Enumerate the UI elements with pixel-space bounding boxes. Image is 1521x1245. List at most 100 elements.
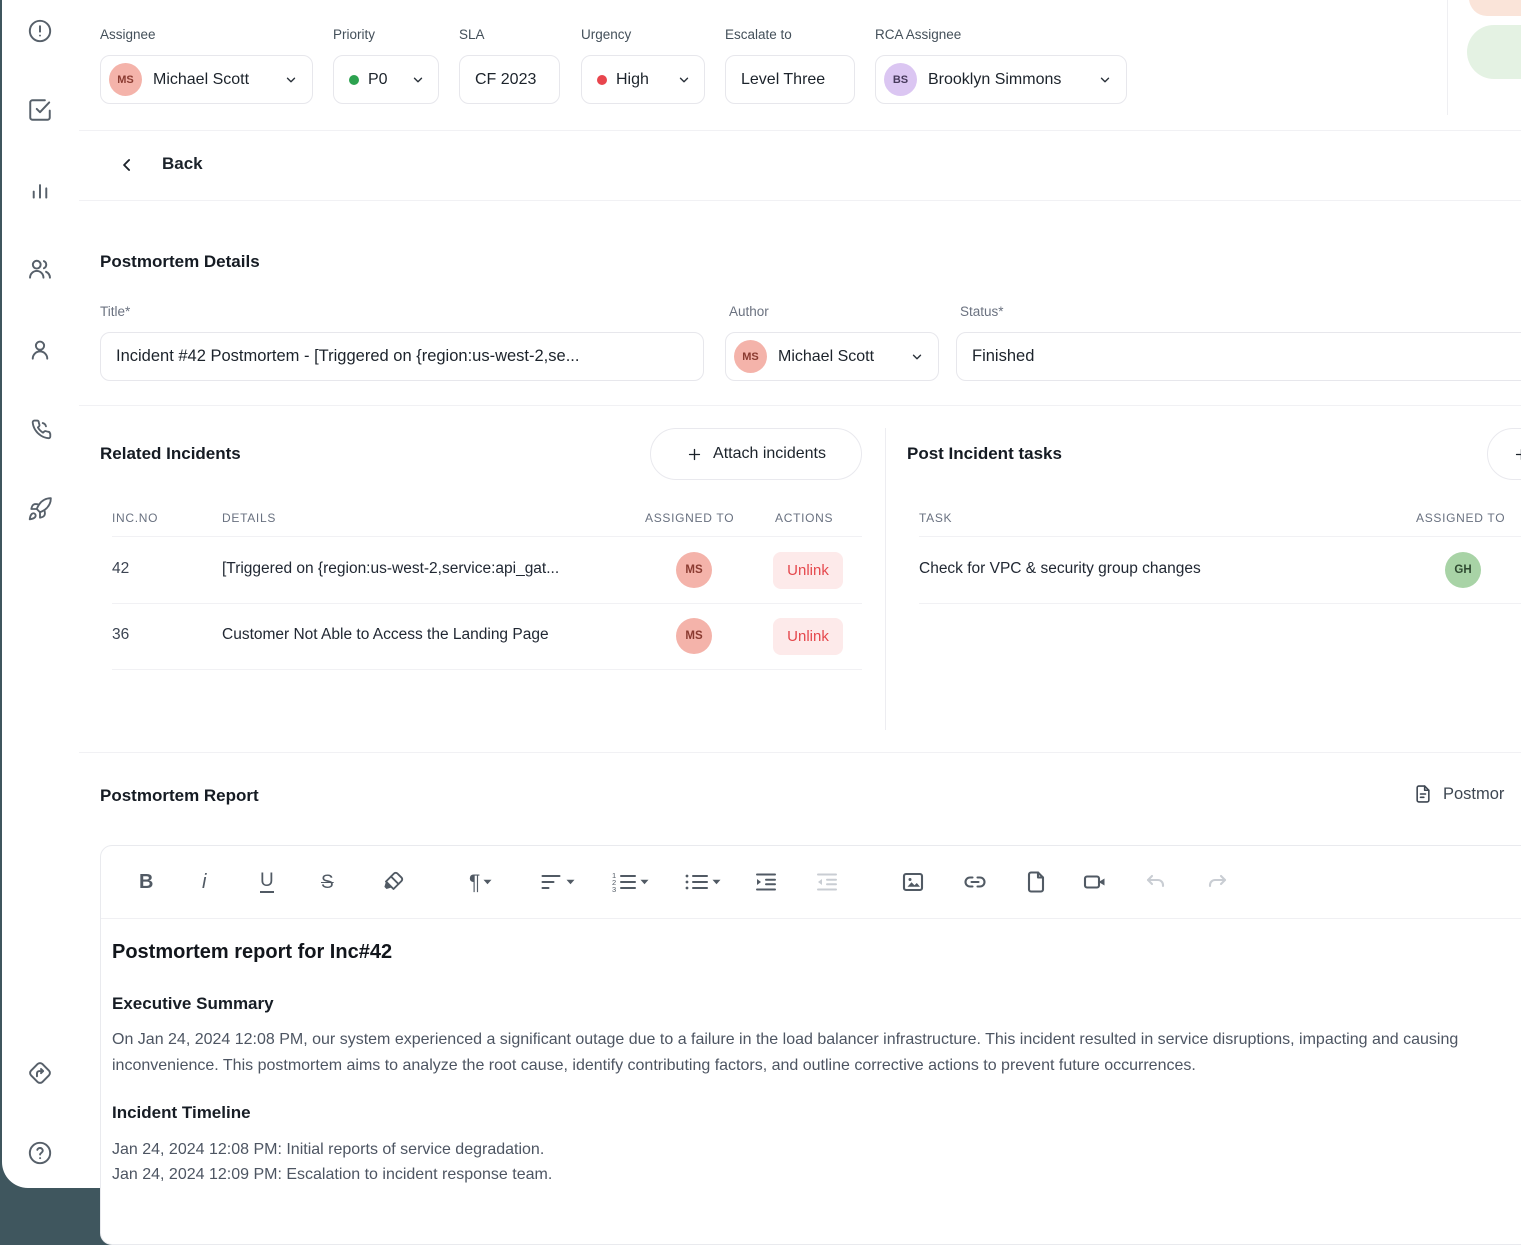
incident-row-inc-no: 36 [112, 626, 129, 644]
section-divider [79, 752, 1521, 753]
bar-chart-icon[interactable] [27, 177, 53, 203]
chevron-left-icon[interactable] [117, 155, 137, 175]
author-select[interactable]: MS Michael Scott [725, 332, 939, 381]
table-divider [112, 603, 862, 604]
exec-summary-heading: Executive Summary [112, 994, 274, 1014]
task-row-label: Check for VPC & security group changes [919, 560, 1201, 578]
postmortem-report-heading: Postmortem Report [100, 786, 259, 806]
author-avatar: MS [734, 340, 767, 373]
incident-row-avatar: MS [676, 618, 712, 654]
indent-button[interactable] [754, 868, 778, 896]
postmortem-templates-label: Postmor [1443, 785, 1504, 804]
rocket-icon[interactable] [27, 496, 53, 522]
strikethrough-button[interactable]: S [321, 868, 334, 896]
ordered-list-button[interactable]: 123 [611, 868, 649, 896]
undo-button[interactable] [1144, 868, 1168, 896]
alert-circle-icon[interactable] [27, 18, 53, 44]
table-divider [112, 669, 862, 670]
rca-assignee-select[interactable]: BS Brooklyn Simmons [875, 55, 1127, 104]
caret-down-icon [712, 879, 721, 885]
help-circle-icon[interactable] [27, 1140, 53, 1166]
caret-down-icon [483, 879, 492, 885]
svg-text:3: 3 [612, 885, 616, 894]
col-task-assigned: ASSIGNED TO [1416, 511, 1505, 525]
escalate-to-field[interactable]: Level Three [725, 55, 855, 104]
incident-timeline-heading: Incident Timeline [112, 1103, 251, 1123]
col-details: DETAILS [222, 511, 276, 525]
col-task: TASK [919, 511, 952, 525]
timeline-entry: Jan 24, 2024 12:09 PM: Escalation to inc… [112, 1162, 1502, 1188]
highlighter-button[interactable] [381, 868, 405, 896]
status-value: Finished [972, 347, 1034, 366]
outdent-button[interactable] [815, 868, 839, 896]
bullet-list-button[interactable] [683, 868, 721, 896]
phone-call-icon[interactable] [27, 416, 53, 442]
topbar-divider [1447, 0, 1448, 115]
incident-row-details: [Triggered on {region:us-west-2,service:… [222, 560, 559, 578]
table-divider [919, 603, 1521, 604]
column-divider [885, 428, 886, 730]
assignee-value: Michael Scott [153, 71, 249, 89]
assignee-label: Assignee [100, 27, 156, 42]
escalate-to-value: Level Three [741, 71, 825, 89]
redo-button[interactable] [1205, 868, 1229, 896]
title-input[interactable]: Incident #42 Postmortem - [Triggered on … [100, 332, 704, 381]
postmortem-templates-link[interactable]: Postmor [1413, 784, 1504, 804]
back-button[interactable]: Back [162, 154, 203, 174]
insert-file-button[interactable] [1024, 868, 1048, 896]
underline-button[interactable]: U [260, 868, 274, 896]
title-label: Title* [100, 304, 130, 319]
section-divider [79, 405, 1521, 406]
exec-summary-paragraph: On Jan 24, 2024 12:08 PM, our system exp… [112, 1027, 1502, 1078]
urgency-dot-icon [597, 75, 607, 85]
editor-toolbar: B i U S ¶ 123 [101, 846, 1521, 919]
author-label: Author [729, 304, 769, 319]
task-row-avatar: GH [1445, 552, 1481, 588]
unlink-button[interactable]: Unlink [773, 552, 843, 589]
status-input[interactable]: Finished [956, 332, 1521, 381]
insert-video-button[interactable] [1082, 868, 1108, 896]
urgency-label: Urgency [581, 27, 631, 42]
incident-row-inc-no: 42 [112, 560, 129, 578]
document-icon [1413, 784, 1433, 804]
author-value: Michael Scott [778, 348, 874, 366]
check-square-icon[interactable] [27, 97, 53, 123]
paragraph-style-button[interactable]: ¶ [469, 868, 492, 896]
chevron-down-icon [1098, 73, 1112, 87]
insert-image-button[interactable] [901, 868, 925, 896]
col-inc-no: INC.NO [112, 511, 158, 525]
user-icon[interactable] [27, 337, 53, 363]
bold-button[interactable]: B [139, 868, 153, 896]
assignee-avatar: MS [109, 63, 142, 96]
add-task-button[interactable] [1487, 428, 1521, 480]
sla-value: CF 2023 [475, 71, 536, 89]
italic-button[interactable]: i [202, 868, 206, 896]
main-content: Assignee MS Michael Scott Priority P0 SL… [79, 0, 1521, 1188]
priority-dot-icon [349, 75, 359, 85]
table-divider [919, 536, 1521, 537]
unlink-button[interactable]: Unlink [773, 618, 843, 655]
sla-label: SLA [459, 27, 485, 42]
related-incidents-heading: Related Incidents [100, 444, 241, 464]
navigation-icon[interactable] [27, 1060, 53, 1086]
rca-assignee-avatar: BS [884, 63, 917, 96]
plus-icon [1513, 446, 1521, 463]
insert-link-button[interactable] [963, 868, 987, 896]
chevron-down-icon [677, 73, 691, 87]
timeline-entry: Jan 24, 2024 12:08 PM: Initial reports o… [112, 1137, 1502, 1163]
assignee-select[interactable]: MS Michael Scott [100, 55, 313, 104]
priority-value: P0 [368, 71, 388, 89]
caret-down-icon [640, 879, 649, 885]
align-button[interactable] [539, 868, 575, 896]
sla-field[interactable]: CF 2023 [459, 55, 560, 104]
caret-down-icon [566, 879, 575, 885]
attach-incidents-button[interactable]: Attach incidents [650, 428, 862, 480]
urgency-select[interactable]: High [581, 55, 705, 104]
chevron-down-icon [284, 73, 298, 87]
left-sidebar [2, 0, 80, 1188]
status-pill-orange[interactable] [1469, 0, 1521, 16]
status-pill-green[interactable] [1467, 25, 1521, 79]
doc-title: Postmortem report for Inc#42 [112, 941, 392, 964]
team-icon[interactable] [27, 256, 53, 282]
priority-select[interactable]: P0 [333, 55, 439, 104]
